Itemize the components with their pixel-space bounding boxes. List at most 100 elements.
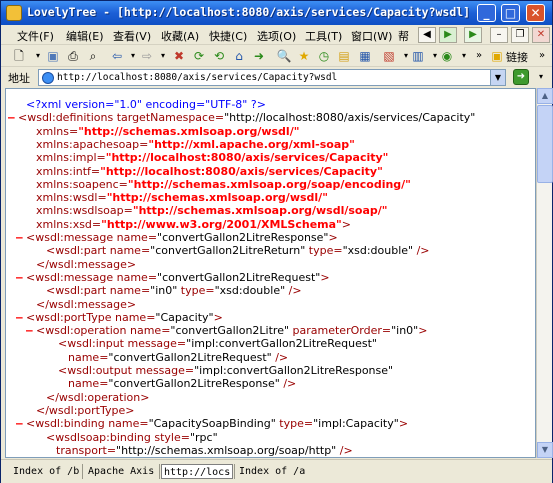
xml-line: xmlns:wsdl="http://schemas.xmlsoap.org/w…	[36, 191, 328, 204]
menu-view[interactable]: 查看(V)	[113, 28, 151, 44]
print-preview-icon[interactable]: ⌕	[85, 48, 101, 64]
xml-line: </wsdl:message>	[36, 298, 137, 311]
menu-edit[interactable]: 编辑(E)	[66, 28, 104, 44]
history-icon[interactable]: ◷	[316, 48, 332, 64]
play-icon[interactable]: ▶	[464, 27, 482, 43]
menu-options[interactable]: 选项(O)	[257, 28, 296, 44]
xml-line: <wsdlsoap:binding style="rpc"	[46, 431, 218, 444]
forward-dropdown-icon[interactable]: ▾	[155, 48, 171, 64]
nav-prev-icon[interactable]: ◀	[418, 27, 436, 43]
xml-line: name="convertGallon2LitreRequest" />	[68, 351, 289, 364]
xml-line: <wsdl:part name="in0" type="xsd:double" …	[46, 284, 302, 297]
menu-window[interactable]: 窗口(W)	[351, 28, 392, 44]
xml-line: <wsdl:portType name="Capacity">	[26, 311, 223, 324]
vertical-scrollbar[interactable]: ▲ ▼	[536, 88, 553, 458]
xml-line: </wsdl:portType>	[36, 404, 135, 417]
xml-declaration: <?xml version="1.0" encoding="UTF-8" ?>	[26, 98, 266, 111]
globe-dropdown-icon[interactable]: ▾	[456, 48, 472, 64]
xml-line: xmlns:wsdlsoap="http://schemas.xmlsoap.o…	[36, 204, 388, 217]
tab-close-icon[interactable]: ✕	[532, 27, 550, 43]
address-value[interactable]: http://localhost:8080/axis/services/Capa…	[57, 72, 337, 83]
links-more-icon[interactable]: »	[534, 48, 550, 64]
collapse-toggle[interactable]: –	[8, 111, 15, 124]
save-icon[interactable]: ▣	[45, 48, 61, 64]
nav-next-icon[interactable]: ▶	[439, 27, 457, 43]
page-icon	[42, 72, 54, 84]
back-icon[interactable]: ⇦	[109, 48, 125, 64]
browser-window: LovelyTree - [http://localhost:8080/axis…	[0, 0, 553, 483]
tab-minimize-icon[interactable]: –	[490, 27, 508, 43]
refresh-icon[interactable]: ⟳	[191, 48, 207, 64]
dropdown-icon[interactable]: ▾	[30, 48, 46, 64]
xml-line: </wsdl:message>	[36, 258, 137, 271]
toolbar: 🗋 ▾ ▣ ⎙ ⌕ ⇦ ▾ ⇨ ▾ ✖ ⟳ ⟲ ⌂ ➜ 🔍 ★ ◷ ▤ ▦ ▧ …	[1, 45, 552, 67]
collapse-toggle[interactable]: –	[16, 231, 23, 244]
menu-tools[interactable]: 工具(T)	[305, 28, 342, 44]
xml-line: xmlns:impl="http://localhost:8080/axis/s…	[36, 151, 389, 164]
address-dropdown-icon[interactable]: ▼	[490, 70, 505, 85]
xml-line: <wsdl:message name="convertGallon2LitreR…	[26, 231, 338, 244]
address-label: 地址	[8, 72, 30, 85]
more-icon[interactable]: »	[471, 48, 487, 64]
stop-icon[interactable]: ✖	[171, 48, 187, 64]
xml-line: <wsdl:part name="convertGallon2LitreRetu…	[46, 244, 430, 257]
refresh-all-icon[interactable]: ⟲	[211, 48, 227, 64]
go-icon[interactable]: ➜	[251, 48, 267, 64]
tab-index-b[interactable]: Index of /b	[11, 464, 81, 479]
xml-line: xmlns="http://schemas.xmlsoap.org/wsdl/"	[36, 125, 300, 138]
links-icon: ▣	[491, 49, 503, 63]
scroll-up-icon[interactable]: ▲	[537, 88, 553, 104]
home-icon[interactable]: ⌂	[231, 48, 247, 64]
screenshot-icon[interactable]: ▧	[381, 48, 397, 64]
menu-bar: 文件(F) 编辑(E) 查看(V) 收藏(A) 快捷(C) 选项(O) 工具(T…	[1, 25, 552, 45]
collapse-toggle[interactable]: –	[16, 311, 23, 324]
tab-bar: Index of /b Apache Axis http://locs Inde…	[1, 459, 552, 483]
tab-index-a[interactable]: Index of /a	[237, 464, 307, 479]
xml-viewer[interactable]: <?xml version="1.0" encoding="UTF-8" ?> –…	[5, 88, 536, 458]
scroll-down-icon[interactable]: ▼	[537, 442, 553, 458]
maximize-button[interactable]: □	[501, 4, 520, 22]
xml-line: <wsdl:definitions targetNamespace="http:…	[18, 111, 476, 124]
menu-shortcuts[interactable]: 快捷(C)	[209, 28, 247, 44]
xml-line: xmlns:soapenc="http://schemas.xmlsoap.or…	[36, 178, 411, 191]
group-icon[interactable]: ▦	[357, 48, 373, 64]
title-bar[interactable]: LovelyTree - [http://localhost:8080/axis…	[1, 1, 552, 25]
address-input[interactable]: http://localhost:8080/axis/services/Capa…	[38, 69, 506, 86]
tab-separator	[159, 464, 160, 479]
collapse-toggle[interactable]: –	[16, 417, 23, 430]
window-icon[interactable]: ▥	[410, 48, 426, 64]
go-button[interactable]: ➜	[513, 69, 529, 85]
menu-favorites[interactable]: 收藏(A)	[161, 28, 199, 44]
tab-separator	[82, 464, 83, 479]
xml-line: xmlns:xsd="http://www.w3.org/2001/XMLSch…	[36, 218, 351, 231]
address-bar: 地址 http://localhost:8080/axis/services/C…	[1, 67, 552, 87]
tab-restore-icon[interactable]: ❐	[511, 27, 529, 43]
xml-line: <wsdl:input message="impl:convertGallon2…	[58, 337, 377, 350]
tab-localhost[interactable]: http://locs	[161, 464, 234, 479]
globe-icon[interactable]: ◉	[439, 48, 455, 64]
xml-line: <wsdl:operation name="convertGallon2Litr…	[36, 324, 428, 337]
folder-icon[interactable]: ▤	[336, 48, 352, 64]
xml-line: <wsdl:message name="convertGallon2LitreR…	[26, 271, 330, 284]
new-page-icon[interactable]: 🗋	[11, 48, 27, 64]
print-icon[interactable]: ⎙	[65, 48, 81, 64]
favorites-icon[interactable]: ★	[296, 48, 312, 64]
xml-line: <wsdl:binding name="CapacitySoapBinding"…	[26, 417, 409, 430]
tab-apache-axis[interactable]: Apache Axis	[86, 464, 156, 479]
xml-line: </wsdl:operation>	[46, 391, 150, 404]
xml-line: <wsdl:output message="impl:convertGallon…	[58, 364, 394, 377]
close-button[interactable]: ✕	[526, 4, 545, 22]
xml-line: xmlns:intf="http://localhost:8080/axis/s…	[36, 165, 383, 178]
forward-icon[interactable]: ⇨	[139, 48, 155, 64]
collapse-toggle[interactable]: –	[16, 271, 23, 284]
collapse-toggle[interactable]: –	[26, 324, 33, 337]
menu-help[interactable]: 帮	[398, 28, 409, 44]
scroll-thumb[interactable]	[537, 105, 553, 183]
go-dropdown-icon[interactable]: ▾	[533, 69, 549, 85]
links-label[interactable]: 链接	[506, 49, 528, 65]
minimize-button[interactable]: _	[477, 4, 496, 22]
search-icon[interactable]: 🔍	[276, 48, 292, 64]
tab-separator	[234, 464, 235, 479]
menu-file[interactable]: 文件(F)	[17, 28, 54, 44]
xml-line: transport="http://schemas.xmlsoap.org/so…	[56, 444, 353, 457]
